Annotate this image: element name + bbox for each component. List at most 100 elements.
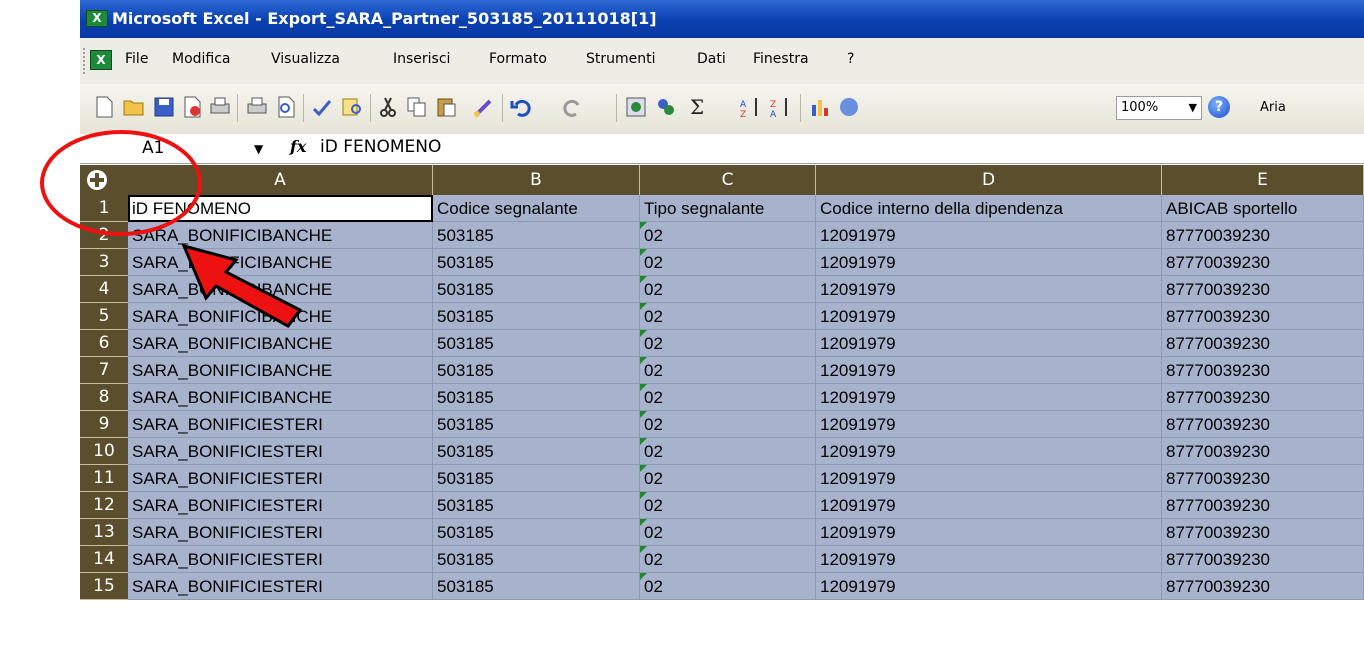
table-cell-d[interactable]: 12091979 <box>816 438 1162 465</box>
save-icon[interactable] <box>152 95 176 119</box>
table-cell-e[interactable]: 87770039230 <box>1162 411 1364 438</box>
table-cell-b[interactable]: 503185 <box>433 222 640 249</box>
autosum-icon[interactable]: Σ <box>686 95 710 119</box>
table-cell-a[interactable]: SARA_BONIFICIESTERI <box>128 519 433 546</box>
table-cell-a[interactable]: SARA_BONIFICIBANCHE <box>128 384 433 411</box>
table-cell-b[interactable]: 503185 <box>433 411 640 438</box>
table-cell-d[interactable]: 12091979 <box>816 303 1162 330</box>
table-cell-c[interactable]: 02 <box>640 249 816 276</box>
open-icon[interactable] <box>122 95 146 119</box>
table-cell-b[interactable]: 503185 <box>433 303 640 330</box>
table-cell-a[interactable]: SARA_BONIFICIESTERI <box>128 573 433 600</box>
table-cell-e[interactable]: 87770039230 <box>1162 465 1364 492</box>
redo-icon[interactable] <box>560 95 584 119</box>
excel-app-icon[interactable]: X <box>86 10 108 27</box>
table-cell-a[interactable]: SARA_BONIFICIESTERI <box>128 492 433 519</box>
table-cell-b[interactable]: 503185 <box>433 573 640 600</box>
menu-help[interactable]: ? <box>847 51 854 67</box>
table-cell-e[interactable]: 87770039230 <box>1162 303 1364 330</box>
spelling-icon[interactable] <box>310 95 334 119</box>
table-cell-d[interactable]: 12091979 <box>816 384 1162 411</box>
table-cell-e[interactable]: 87770039230 <box>1162 330 1364 357</box>
table-cell-e[interactable]: 87770039230 <box>1162 438 1364 465</box>
table-cell-d[interactable]: 12091979 <box>816 222 1162 249</box>
print-icon[interactable] <box>208 95 232 119</box>
column-header-b[interactable]: B <box>433 165 640 195</box>
table-cell-c[interactable]: 02 <box>640 438 816 465</box>
table-cell-e[interactable]: 87770039230 <box>1162 519 1364 546</box>
row-header[interactable]: 10 <box>80 438 128 465</box>
table-cell-d[interactable]: 12091979 <box>816 276 1162 303</box>
table-cell-c[interactable]: 02 <box>640 546 816 573</box>
table-cell-b[interactable]: 503185 <box>433 384 640 411</box>
table-cell-e[interactable]: 87770039230 <box>1162 573 1364 600</box>
row-header[interactable]: 7 <box>80 357 128 384</box>
table-cell-e[interactable]: 87770039230 <box>1162 546 1364 573</box>
table-cell-d[interactable]: 12091979 <box>816 357 1162 384</box>
header-cell-d[interactable]: Codice interno della dipendenza <box>816 195 1162 222</box>
table-cell-b[interactable]: 503185 <box>433 492 640 519</box>
row-header[interactable]: 15 <box>80 573 128 600</box>
table-cell-a[interactable]: SARA_BONIFICIESTERI <box>128 465 433 492</box>
table-cell-c[interactable]: 02 <box>640 357 816 384</box>
column-header-d[interactable]: D <box>816 165 1162 195</box>
print-preview-icon[interactable] <box>274 95 298 119</box>
table-cell-b[interactable]: 503185 <box>433 546 640 573</box>
row-header[interactable]: 4 <box>80 276 128 303</box>
header-cell-b[interactable]: Codice segnalante <box>433 195 640 222</box>
permission-icon[interactable] <box>180 95 204 119</box>
menu-modifica[interactable]: Modifica <box>172 51 231 67</box>
table-cell-b[interactable]: 503185 <box>433 249 640 276</box>
copy-icon[interactable] <box>405 95 429 119</box>
table-cell-e[interactable]: 87770039230 <box>1162 492 1364 519</box>
table-cell-d[interactable]: 12091979 <box>816 492 1162 519</box>
header-cell-e[interactable]: ABICAB sportello <box>1162 195 1364 222</box>
table-cell-e[interactable]: 87770039230 <box>1162 276 1364 303</box>
paste-icon[interactable] <box>434 95 458 119</box>
table-cell-b[interactable]: 503185 <box>433 330 640 357</box>
row-header[interactable]: 5 <box>80 303 128 330</box>
column-header-c[interactable]: C <box>640 165 816 195</box>
table-cell-e[interactable]: 87770039230 <box>1162 357 1364 384</box>
table-cell-a[interactable]: SARA_BONIFICIESTERI <box>128 438 433 465</box>
hyperlink-icon[interactable] <box>624 95 648 119</box>
chart-wizard-icon[interactable] <box>809 95 833 119</box>
table-cell-c[interactable]: 02 <box>640 330 816 357</box>
table-cell-b[interactable]: 503185 <box>433 438 640 465</box>
row-header[interactable]: 13 <box>80 519 128 546</box>
table-cell-d[interactable]: 12091979 <box>816 249 1162 276</box>
menu-grip-icon[interactable] <box>83 48 88 74</box>
help-icon[interactable]: ? <box>1208 96 1230 118</box>
table-cell-c[interactable]: 02 <box>640 411 816 438</box>
table-cell-d[interactable]: 12091979 <box>816 519 1162 546</box>
row-header[interactable]: 8 <box>80 384 128 411</box>
table-cell-b[interactable]: 503185 <box>433 276 640 303</box>
table-cell-a[interactable]: SARA_BONIFICIESTERI <box>128 546 433 573</box>
table-cell-d[interactable]: 12091979 <box>816 330 1162 357</box>
menu-visualizza[interactable]: Visualizza <box>271 51 340 67</box>
undo-icon[interactable] <box>510 95 534 119</box>
sort-ascending-icon[interactable]: AZ <box>738 95 762 119</box>
row-header[interactable]: 12 <box>80 492 128 519</box>
workbook-icon[interactable]: X <box>90 50 112 70</box>
menu-inserisci[interactable]: Inserisci <box>393 51 450 67</box>
row-header[interactable]: 3 <box>80 249 128 276</box>
font-name-box[interactable]: Aria <box>1260 96 1320 120</box>
row-header[interactable]: 9 <box>80 411 128 438</box>
print-quick-icon[interactable] <box>245 95 269 119</box>
drawing-toolbar-icon[interactable] <box>837 95 861 119</box>
table-cell-d[interactable]: 12091979 <box>816 546 1162 573</box>
table-cell-e[interactable]: 87770039230 <box>1162 222 1364 249</box>
fx-icon[interactable]: fx <box>290 137 306 156</box>
sort-descending-icon[interactable]: ZA <box>768 95 792 119</box>
table-cell-c[interactable]: 02 <box>640 492 816 519</box>
menu-dati[interactable]: Dati <box>697 51 726 67</box>
table-cell-d[interactable]: 12091979 <box>816 573 1162 600</box>
table-cell-c[interactable]: 02 <box>640 276 816 303</box>
cut-icon[interactable] <box>376 95 400 119</box>
menu-finestra[interactable]: Finestra <box>753 51 809 67</box>
table-cell-c[interactable]: 02 <box>640 384 816 411</box>
header-cell-c[interactable]: Tipo segnalante <box>640 195 816 222</box>
table-cell-c[interactable]: 02 <box>640 303 816 330</box>
table-cell-e[interactable]: 87770039230 <box>1162 249 1364 276</box>
